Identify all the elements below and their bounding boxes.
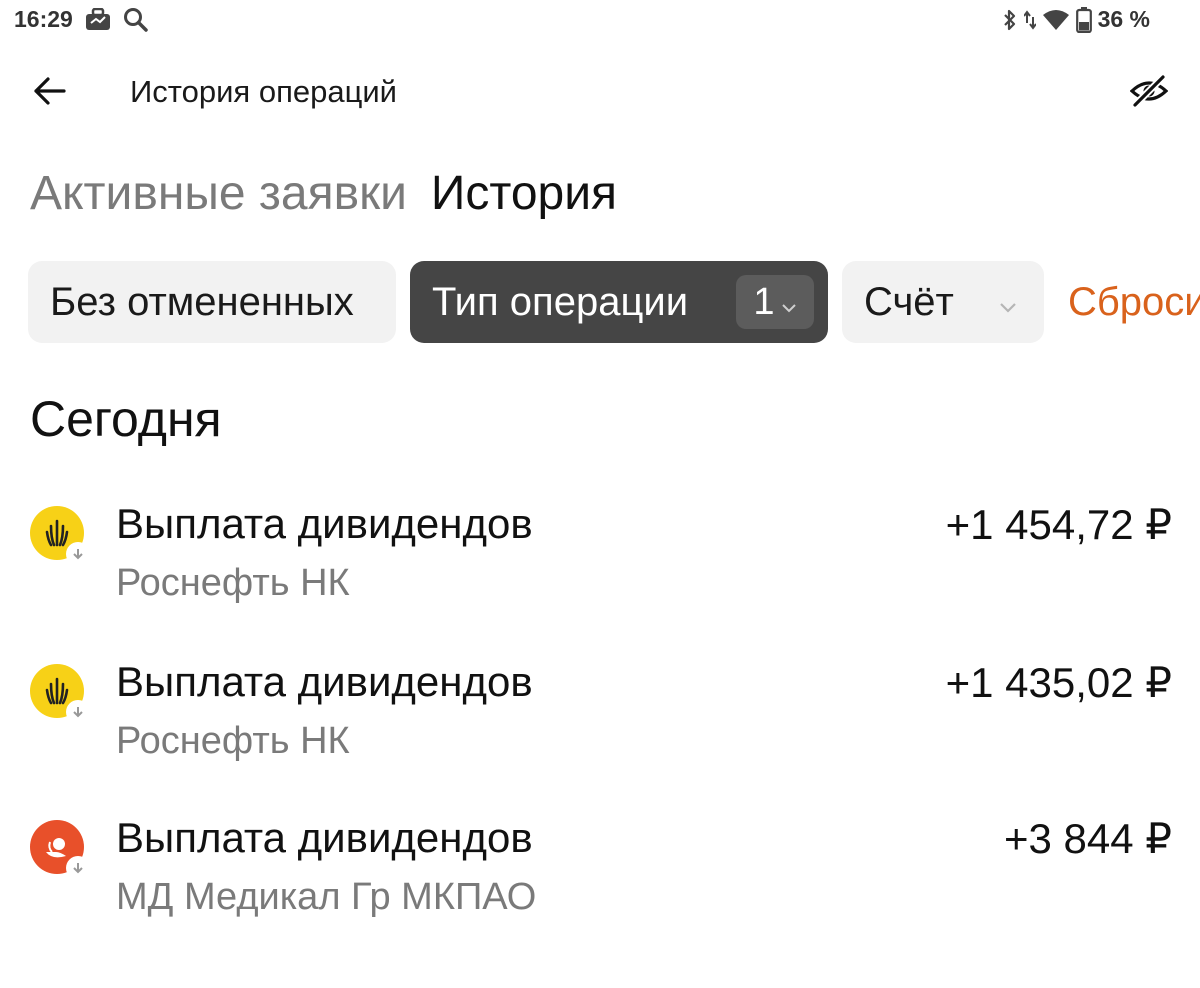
status-bar: 16:29 36 %: [0, 0, 1200, 46]
operation-instrument: МД Медикал Гр МКПАО: [116, 876, 537, 918]
filter-without-cancelled-chip[interactable]: Без отмененных: [28, 261, 396, 343]
filter-operation-type-chip[interactable]: Тип операции 1: [410, 261, 828, 343]
battery-percent: 36 %: [1097, 6, 1150, 32]
bluetooth-icon: [1002, 8, 1018, 32]
back-button[interactable]: [26, 72, 72, 114]
arrow-left-icon: [32, 76, 66, 111]
status-time: 16:29: [14, 6, 73, 32]
tabs: Активные заявки История: [30, 166, 617, 221]
status-bar-right: 36 %: [1002, 6, 1150, 33]
operation-row[interactable]: Выплата дивидендов Роснефть НК +1 435,02…: [0, 658, 1200, 788]
arrow-down-badge-icon: [66, 542, 90, 566]
tab-active-orders[interactable]: Активные заявки: [30, 166, 407, 221]
operation-logo: [30, 664, 90, 724]
battery-icon: [1075, 6, 1092, 33]
operation-instrument: Роснефть НК: [116, 720, 350, 762]
arrow-down-badge-icon: [66, 700, 90, 724]
arrow-down-badge-icon: [66, 856, 90, 880]
operation-title: Выплата дивидендов: [116, 658, 533, 705]
operation-row[interactable]: Выплата дивидендов Роснефть НК +1 454,72…: [0, 500, 1200, 630]
chevron-down-icon: [781, 281, 797, 324]
operation-title: Выплата дивидендов: [116, 814, 533, 861]
briefcase-icon: [85, 7, 111, 32]
operation-row[interactable]: Выплата дивидендов МД Медикал Гр МКПАО +…: [0, 814, 1200, 944]
operation-logo: [30, 820, 90, 880]
operation-amount: +1 454,72 ₽: [945, 501, 1172, 548]
operation-instrument: Роснефть НК: [116, 562, 350, 604]
wifi-icon: [1042, 9, 1070, 31]
page-title: История операций: [130, 74, 397, 109]
operation-amount: +3 844 ₽: [1003, 815, 1172, 862]
operation-logo: [30, 506, 90, 566]
reset-filters-link[interactable]: Сброси: [1068, 280, 1200, 325]
toggle-balance-visibility-button[interactable]: [1126, 72, 1172, 114]
tab-history[interactable]: История: [431, 166, 617, 221]
filter-without-cancelled-label: Без отмененных: [50, 279, 354, 324]
status-bar-left: 16:29: [14, 6, 149, 33]
app-bar: История операций: [0, 58, 1200, 128]
chevron-down-icon: [998, 280, 1018, 325]
search-icon: [123, 7, 149, 33]
section-title-today: Сегодня: [30, 391, 222, 447]
filter-account-chip[interactable]: Счёт: [842, 261, 1044, 343]
filter-bar: Без отмененных Тип операции 1 Счёт Сброс…: [28, 261, 1200, 343]
filter-account-label: Счёт: [864, 279, 954, 324]
signal-arrows-icon: [1023, 9, 1036, 31]
filter-operation-type-label: Тип операции: [432, 279, 689, 324]
operation-amount: +1 435,02 ₽: [945, 659, 1172, 706]
operation-title: Выплата дивидендов: [116, 500, 533, 547]
filter-count-value: 1: [753, 280, 775, 323]
eye-off-icon: [1129, 74, 1169, 112]
filter-count-badge: 1: [736, 275, 814, 329]
